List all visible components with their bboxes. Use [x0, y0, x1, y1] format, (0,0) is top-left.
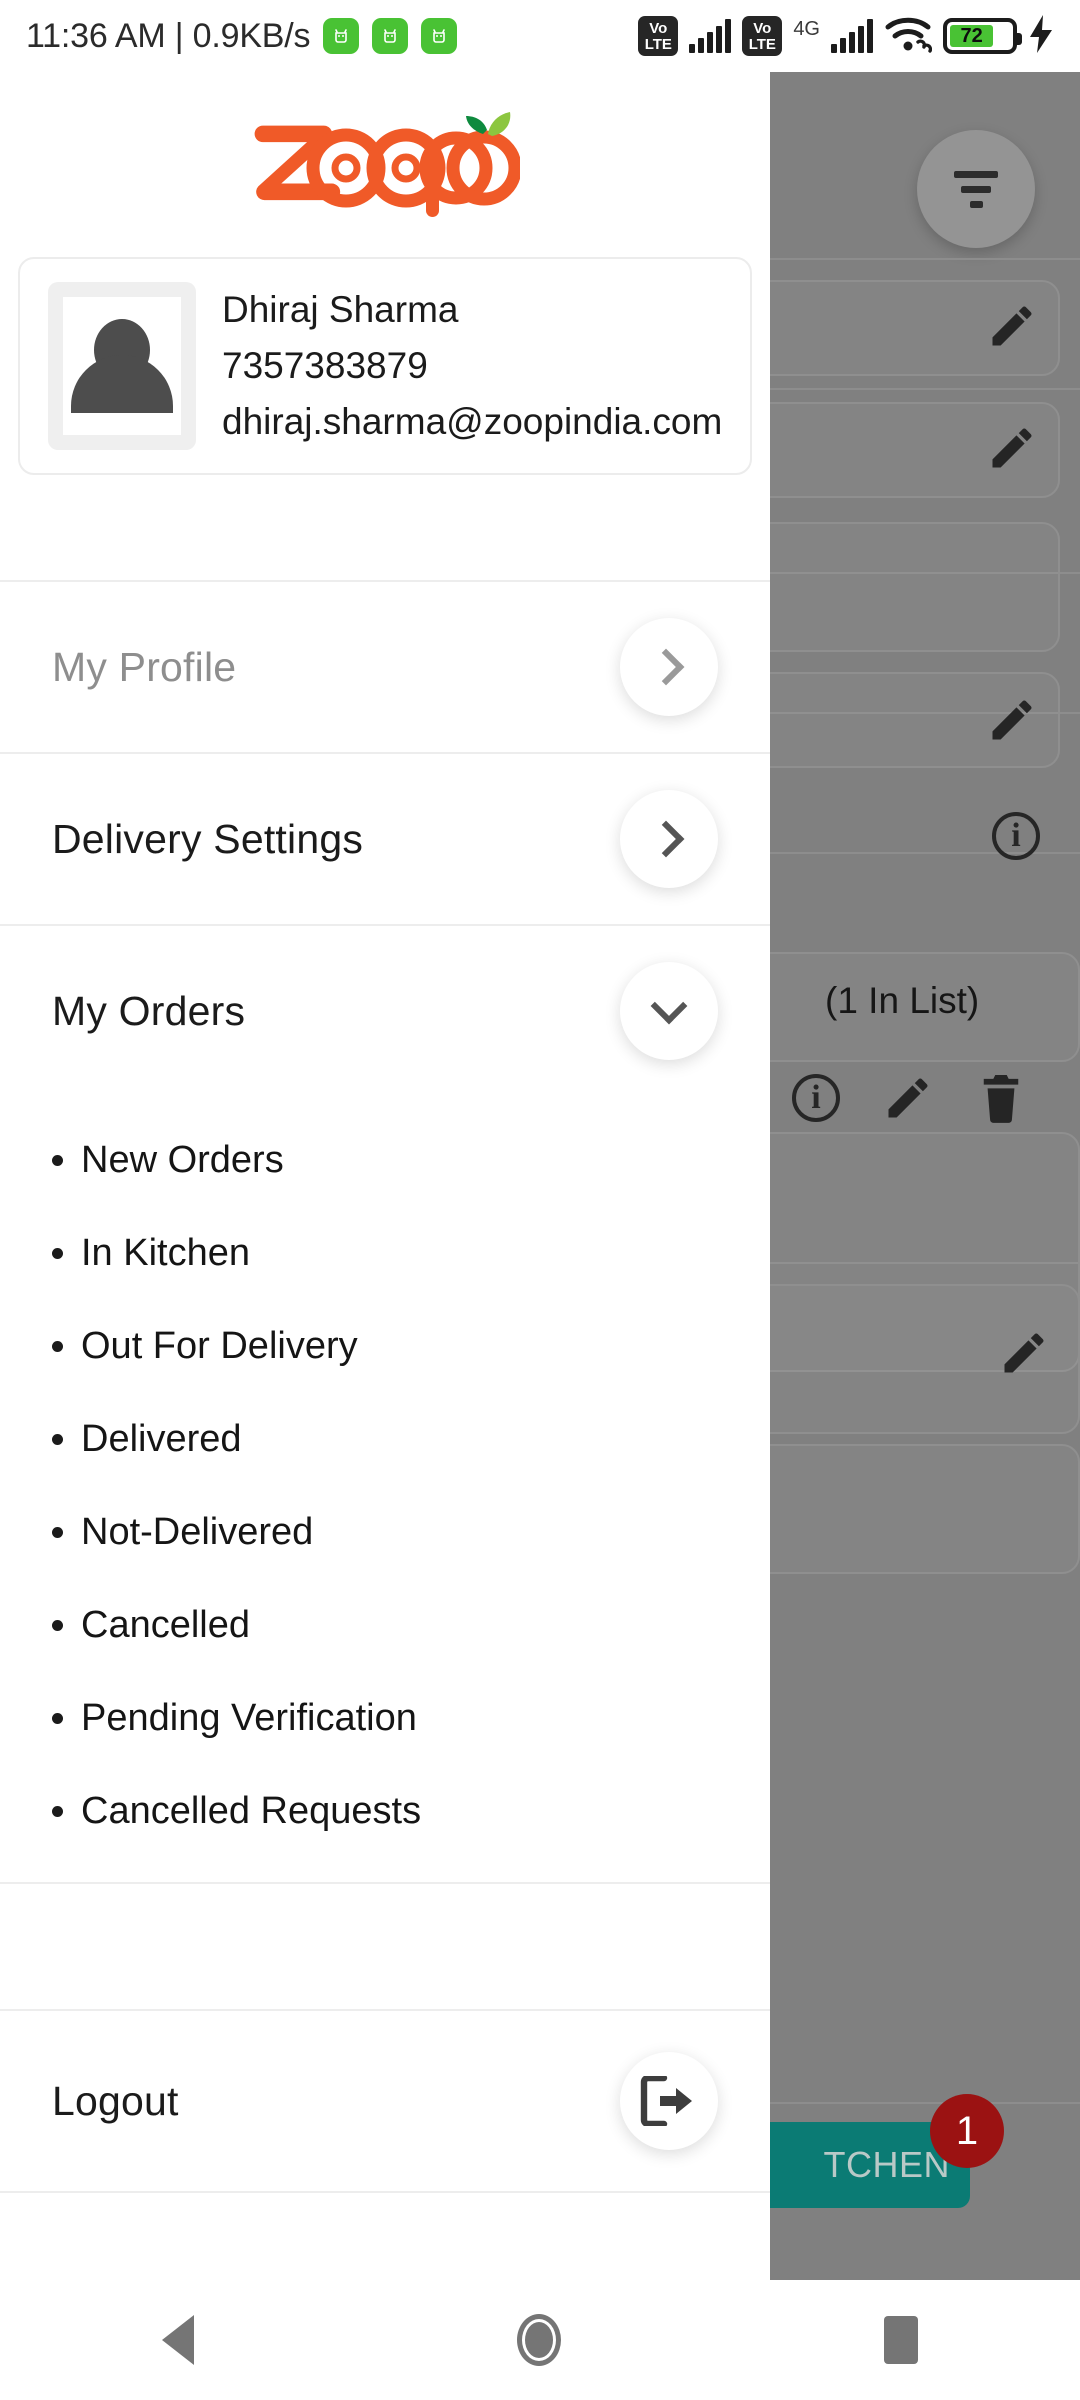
zoop-logo-graphic: [250, 110, 522, 220]
bullet-icon: [52, 1248, 63, 1259]
status-bar: 11:36 AM | 0.9KB/s Vo LTE Vo LTE 4G 72: [0, 0, 1080, 72]
volte2-label-bottom: LTE: [748, 35, 776, 53]
notification-icon-1: [323, 18, 360, 54]
wifi-icon: [884, 15, 933, 58]
status-bar-left: 11:36 AM | 0.9KB/s: [26, 16, 458, 56]
status-badge: 1: [930, 2094, 1004, 2168]
profile-phone: 7357383879: [222, 345, 428, 386]
home-circle-icon[interactable]: [516, 2314, 561, 2366]
volte2-label-top: Vo: [753, 19, 772, 37]
submenu-item-delivered[interactable]: Delivered: [0, 1393, 770, 1486]
filter-button[interactable]: [917, 130, 1035, 248]
android-navigation-bar: [0, 2280, 1080, 2400]
chevron-right-icon[interactable]: [620, 790, 718, 888]
dimmed-background-screen[interactable]: i (1 In List) i TCHEN 1: [770, 72, 1080, 2280]
person-avatar-icon: [63, 297, 181, 435]
sidebar-item-my-profile[interactable]: My Profile: [0, 582, 770, 752]
bullet-icon: [52, 1341, 63, 1352]
submenu-item-label: In Kitchen: [81, 1232, 250, 1274]
info-icon[interactable]: i: [992, 812, 1040, 860]
submenu-item-cancelled[interactable]: Cancelled: [0, 1579, 770, 1672]
submenu-item-in-kitchen[interactable]: In Kitchen: [0, 1207, 770, 1300]
avatar: [48, 282, 196, 450]
logout-label: Logout: [52, 2077, 179, 2124]
navigation-drawer: Dhiraj Sharma 7357383879 dhiraj.sharma@z…: [0, 72, 770, 2280]
sidebar-item-delivery-settings[interactable]: Delivery Settings: [0, 754, 770, 924]
phone-screen: 11:36 AM | 0.9KB/s Vo LTE Vo LTE 4G 72 i…: [0, 0, 1080, 2400]
charging-bolt-icon: [1028, 14, 1054, 59]
submenu-item-label: Not-Delivered: [81, 1511, 314, 1553]
profile-details: Dhiraj Sharma 7357383879 dhiraj.sharma@z…: [222, 289, 722, 443]
status-time-netspeed: 11:36 AM | 0.9KB/s: [26, 16, 311, 55]
divider: [0, 2191, 770, 2193]
profile-name: Dhiraj Sharma: [222, 289, 459, 330]
submenu-item-label: Delivered: [81, 1418, 242, 1460]
recents-square-icon[interactable]: [884, 2316, 919, 2364]
profile-email: dhiraj.sharma@zoopindia.com: [222, 401, 723, 442]
sidebar-item-label: Delivery Settings: [52, 815, 364, 862]
pencil-edit-icon[interactable]: [882, 1072, 934, 1124]
bg-divider: [770, 388, 1080, 390]
volte-label-bottom: LTE: [644, 35, 672, 53]
pencil-edit-icon[interactable]: [998, 1327, 1050, 1379]
bg-divider: [770, 2102, 1080, 2104]
volte-icon-sim2: Vo LTE: [742, 16, 783, 56]
sidebar-item-label: My Orders: [52, 987, 246, 1034]
submenu-item-label: Cancelled: [81, 1604, 250, 1646]
pencil-edit-icon[interactable]: [986, 422, 1038, 474]
bullet-icon: [52, 1806, 63, 1817]
bullet-icon: [52, 1527, 63, 1538]
bullet-icon: [52, 1620, 63, 1631]
notification-icon-2: [372, 18, 409, 54]
my-orders-submenu: New Orders In Kitchen Out For Delivery D…: [0, 1096, 770, 1882]
bullet-icon: [52, 1155, 63, 1166]
submenu-item-label: New Orders: [81, 1139, 284, 1181]
back-triangle-icon[interactable]: [161, 2315, 194, 2365]
bg-divider: [770, 258, 1080, 260]
battery-icon: 72: [943, 18, 1022, 54]
signal-bars-sim1: [689, 19, 732, 53]
app-logo: [0, 72, 770, 257]
pencil-edit-icon[interactable]: [986, 694, 1038, 746]
drawer-spacer: [0, 475, 770, 580]
submenu-item-label: Pending Verification: [81, 1697, 417, 1739]
signal-bars-sim2: [831, 19, 873, 53]
status-bar-right: Vo LTE Vo LTE 4G 72: [638, 14, 1054, 59]
notification-icon-3: [421, 18, 458, 54]
in-list-count-label: (1 In List): [825, 980, 980, 1021]
submenu-item-pending-verification[interactable]: Pending Verification: [0, 1672, 770, 1765]
chevron-down-icon[interactable]: [620, 962, 718, 1060]
volte-label-top: Vo: [649, 19, 668, 37]
submenu-item-out-for-delivery[interactable]: Out For Delivery: [0, 1300, 770, 1393]
submenu-item-new-orders[interactable]: New Orders: [0, 1114, 770, 1207]
sidebar-item-my-orders[interactable]: My Orders: [0, 926, 770, 1096]
submenu-item-not-delivered[interactable]: Not-Delivered: [0, 1486, 770, 1579]
bullet-icon: [52, 1434, 63, 1445]
pencil-edit-icon[interactable]: [986, 300, 1038, 352]
logout-exit-icon[interactable]: [620, 2052, 718, 2150]
sidebar-item-label: My Profile: [52, 643, 237, 690]
logout-button[interactable]: Logout: [0, 2011, 770, 2191]
drawer-spacer: [0, 1884, 770, 2009]
info-icon[interactable]: i: [792, 1074, 840, 1122]
network-type-label: 4G: [793, 17, 820, 40]
bullet-icon: [52, 1713, 63, 1724]
trash-delete-icon[interactable]: [978, 1072, 1022, 1124]
bg-list-card[interactable]: [770, 522, 1060, 652]
submenu-item-label: Cancelled Requests: [81, 1790, 422, 1832]
bg-list-card[interactable]: [770, 1444, 1080, 1574]
submenu-item-label: Out For Delivery: [81, 1325, 358, 1367]
volte-icon-sim1: Vo LTE: [638, 16, 679, 56]
filter-icon: [954, 170, 998, 208]
battery-level-label: 72: [950, 25, 994, 47]
submenu-item-cancelled-requests[interactable]: Cancelled Requests: [0, 1765, 770, 1858]
user-profile-card[interactable]: Dhiraj Sharma 7357383879 dhiraj.sharma@z…: [18, 257, 752, 475]
chevron-right-icon[interactable]: [620, 618, 718, 716]
